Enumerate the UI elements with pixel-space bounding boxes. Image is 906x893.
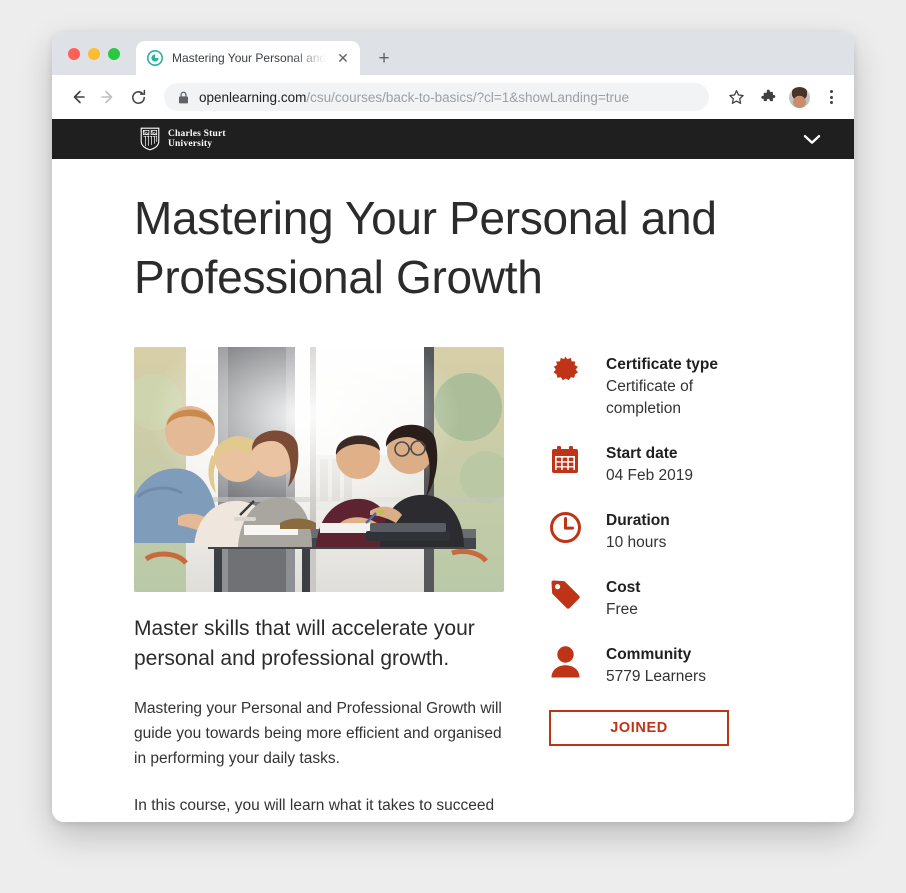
course-lead: Master skills that will accelerate your …: [134, 617, 475, 670]
course-paragraph-2: In this course, you will learn what it t…: [134, 797, 495, 814]
clock-icon: [544, 509, 586, 544]
person-icon: [544, 643, 586, 678]
content-columns: Master skills that will accelerate your …: [134, 347, 814, 818]
bookmark-star-icon[interactable]: [723, 84, 749, 110]
close-tab-button[interactable]: ✕: [335, 50, 351, 66]
openlearning-logo-icon: [147, 50, 163, 66]
brand-line-2: University: [168, 139, 213, 149]
window-controls: [64, 32, 126, 75]
chevron-down-icon[interactable]: [802, 133, 822, 146]
brand-text: Charles Sturt University: [168, 129, 226, 150]
tab-title: Mastering Your Personal and P: [172, 51, 326, 65]
detail-label: Cost: [606, 579, 641, 596]
browser-tab[interactable]: Mastering Your Personal and P ✕: [136, 41, 360, 75]
price-tag-icon: [544, 576, 586, 611]
browser-window: Mastering Your Personal and P ✕ + openle…: [52, 32, 854, 822]
detail-value: 04 Feb 2019: [606, 467, 694, 484]
course-landing: Mastering Your Personal and Professional…: [52, 159, 854, 818]
detail-label: Certificate type: [606, 356, 718, 373]
url-text: openlearning.com/csu/courses/back-to-bas…: [199, 90, 629, 105]
site-logo[interactable]: Charles Sturt University: [140, 127, 226, 151]
url-domain: openlearning.com: [199, 89, 307, 105]
maximize-window-button[interactable]: [108, 47, 120, 60]
detail-certificate-type: Certificate type Certificate of completi…: [544, 353, 814, 420]
address-bar[interactable]: openlearning.com/csu/courses/back-to-bas…: [164, 83, 709, 111]
browser-toolbar: openlearning.com/csu/courses/back-to-bas…: [52, 75, 854, 119]
certificate-badge-icon: [544, 353, 586, 389]
padlock-icon: [178, 91, 189, 104]
page-viewport: Charles Sturt University Mastering Your …: [52, 119, 854, 822]
kebab-menu-icon[interactable]: [818, 84, 844, 110]
detail-label: Duration: [606, 512, 670, 529]
joined-button[interactable]: JOINED: [549, 710, 729, 746]
detail-label: Start date: [606, 445, 678, 462]
back-button[interactable]: [64, 83, 92, 111]
brand-line-1: Charles Sturt: [168, 128, 226, 139]
tab-strip: Mastering Your Personal and P ✕ +: [52, 32, 854, 75]
detail-cost: Cost Free: [544, 576, 814, 621]
course-details-panel: Certificate type Certificate of completi…: [544, 347, 814, 818]
new-tab-button[interactable]: +: [370, 44, 398, 72]
page-title: Mastering Your Personal and Professional…: [134, 192, 717, 303]
site-header: Charles Sturt University: [52, 119, 854, 159]
detail-start-date: Start date 04 Feb 2019: [544, 442, 814, 487]
extensions-puzzle-icon[interactable]: [755, 84, 781, 110]
close-window-button[interactable]: [68, 47, 80, 60]
reload-button[interactable]: [124, 83, 152, 111]
minimize-window-button[interactable]: [88, 47, 100, 60]
forward-button[interactable]: [94, 83, 122, 111]
calendar-icon: [544, 442, 586, 476]
detail-duration: Duration 10 hours: [544, 509, 814, 554]
course-paragraph-1: Mastering your Personal and Professional…: [134, 700, 502, 767]
detail-value: Free: [606, 601, 638, 618]
profile-avatar[interactable]: [789, 86, 810, 108]
course-hero-image: [134, 347, 504, 592]
left-column: Master skills that will accelerate your …: [134, 347, 504, 818]
detail-label: Community: [606, 646, 692, 663]
hero-photo-illustration: [134, 347, 504, 592]
detail-community: Community 5779 Learners: [544, 643, 814, 688]
detail-value: 10 hours: [606, 534, 667, 551]
detail-value: 5779 Learners: [606, 668, 706, 685]
detail-value: Certificate of completion: [606, 378, 694, 417]
url-path: /csu/courses/back-to-basics/?cl=1&showLa…: [306, 89, 630, 105]
charles-sturt-crest-icon: [140, 127, 160, 151]
